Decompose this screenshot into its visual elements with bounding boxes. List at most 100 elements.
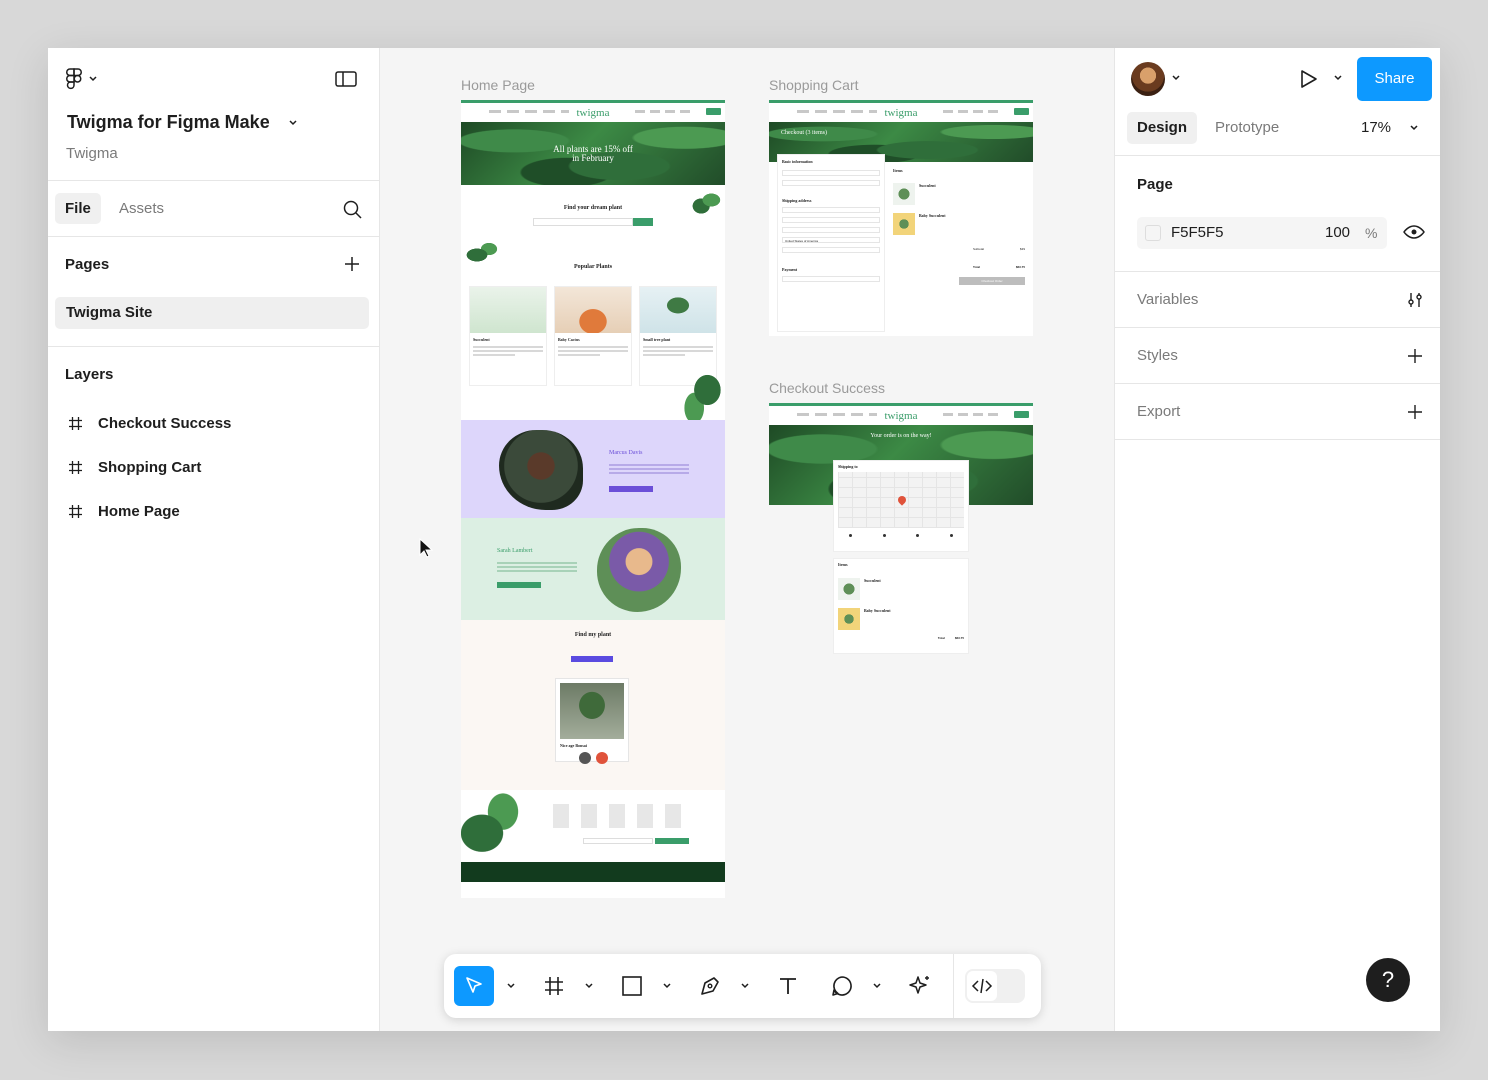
quiz-button (571, 656, 613, 662)
ai-tool[interactable] (900, 966, 940, 1006)
page-section: Page F5F5F5 100 % (1115, 156, 1440, 272)
shipping-map-card: Shipping to (833, 460, 969, 552)
chevron-down-icon[interactable] (1333, 74, 1343, 82)
pen-tool[interactable] (690, 966, 730, 1006)
footer (461, 790, 725, 862)
variables-icon[interactable] (1405, 290, 1425, 310)
move-tool[interactable] (454, 966, 494, 1006)
form-field (782, 276, 880, 282)
add-style-icon[interactable] (1405, 346, 1425, 366)
nav-cta (706, 108, 721, 115)
frame-checkout-success[interactable]: twigma Your order is on the way! Shippin… (769, 403, 1033, 659)
play-icon[interactable] (1297, 68, 1319, 90)
share-button[interactable]: Share (1357, 57, 1432, 101)
text-tool[interactable] (768, 966, 808, 1006)
layer-shopping-cart[interactable]: Shopping Cart (68, 455, 201, 479)
frame-label-checkout-success[interactable]: Checkout Success (769, 380, 885, 396)
frame-label-home-page[interactable]: Home Page (461, 77, 535, 93)
plant-name: Small tree plant (643, 337, 671, 342)
color-swatch[interactable] (1145, 225, 1161, 241)
plant-image (560, 683, 624, 739)
avatar[interactable] (1131, 62, 1165, 96)
add-page-icon[interactable] (342, 254, 362, 274)
chevron-down-icon[interactable] (872, 982, 882, 990)
tab-file[interactable]: File (55, 193, 101, 224)
help-button[interactable]: ? (1366, 958, 1410, 1002)
dev-mode-toggle[interactable] (965, 969, 1025, 1003)
logo: twigma (884, 409, 918, 422)
styles-section: Styles (1115, 328, 1440, 384)
frame-icon (545, 977, 563, 995)
testimonial-sarah: Sarah Lambert (461, 518, 725, 620)
main-menu-button[interactable] (66, 68, 98, 90)
nav-links (489, 110, 569, 113)
chevron-down-icon[interactable] (506, 982, 516, 990)
item-name: Baby Succulent (864, 608, 891, 613)
team-name[interactable]: Twigma (66, 145, 118, 162)
frame-label-shopping-cart[interactable]: Shopping Cart (769, 77, 859, 93)
design-tabs: Design Prototype 17% (1115, 108, 1440, 156)
leaf-decoration (461, 790, 531, 862)
layer-checkout-success[interactable]: Checkout Success (68, 411, 231, 435)
export-title: Export (1137, 403, 1181, 420)
page-fill-row[interactable]: F5F5F5 100 % (1137, 217, 1387, 249)
page-item-twigma-site[interactable]: Twigma Site (55, 297, 369, 329)
zoom-level[interactable]: 17% (1361, 112, 1391, 144)
checkout-button: Checkout Order (959, 277, 1025, 285)
total-label: Total (973, 265, 980, 269)
testimonial-text (609, 462, 689, 476)
add-export-icon[interactable] (1405, 402, 1425, 422)
leaf-decoration (681, 360, 725, 420)
tab-prototype[interactable]: Prototype (1215, 112, 1279, 144)
right-panel: Share Design Prototype 17% Page F5F5F5 1… (1114, 48, 1440, 1031)
section-title: Basic information (782, 159, 813, 164)
layer-home-page[interactable]: Home Page (68, 499, 180, 523)
fill-hex[interactable]: F5F5F5 (1171, 217, 1224, 249)
cart-item: Succulent (893, 183, 1025, 205)
frame-tool[interactable] (534, 966, 574, 1006)
file-name-dropdown[interactable]: Twigma for Figma Make (67, 112, 298, 133)
form-field (782, 247, 880, 253)
tab-assets[interactable]: Assets (119, 193, 164, 224)
layers-title: Layers (65, 366, 114, 383)
search-icon[interactable] (342, 199, 364, 221)
plant-desc (555, 346, 631, 356)
frame-shopping-cart[interactable]: twigma Checkout (3 items) Basic informat… (769, 100, 1033, 336)
comment-icon (832, 976, 852, 996)
country-select: United States of America (782, 237, 880, 243)
chevron-down-icon[interactable] (1171, 74, 1181, 82)
tab-design[interactable]: Design (1127, 112, 1198, 144)
shape-tool[interactable] (612, 966, 652, 1006)
form-field (782, 180, 880, 186)
layer-label: Shopping Cart (98, 458, 202, 476)
person-name: Marcus Davis (609, 450, 643, 456)
nav-links (797, 413, 877, 416)
sidebar-toggle-icon[interactable] (335, 70, 357, 88)
frame-home-page[interactable]: twigma All plants are 15% off in Februar… (461, 100, 725, 898)
testimonial-button (609, 486, 653, 492)
avatar-image (597, 528, 681, 612)
dislike-button (579, 752, 591, 764)
fill-opacity[interactable]: 100 (1325, 217, 1350, 249)
search-field (533, 218, 633, 226)
chevron-down-icon[interactable] (740, 982, 750, 990)
comment-tool[interactable] (822, 966, 862, 1006)
leaf-decoration (691, 185, 725, 215)
cart-navbar: twigma (769, 100, 1033, 122)
plant-name: Baby Cactus (558, 337, 580, 342)
form-field (782, 217, 880, 223)
plant-image (470, 287, 546, 333)
person-name: Sarah Lambert (497, 548, 533, 554)
nav-cta (1014, 108, 1029, 115)
eye-icon[interactable] (1403, 224, 1425, 240)
chevron-down-icon[interactable] (662, 982, 672, 990)
chevron-down-icon[interactable] (584, 982, 594, 990)
bottom-toolbar (444, 954, 1041, 1018)
chevron-down-icon[interactable] (1409, 124, 1419, 132)
subtotal-label: Subtotal (973, 247, 985, 251)
item-name: Baby Succulent (919, 213, 946, 218)
file-header: Twigma for Figma Make Twigma (48, 48, 379, 181)
map-pin-icon (896, 494, 908, 506)
canvas[interactable]: Home Page twigma All plants are 15% off … (381, 48, 1114, 1031)
form-field (782, 207, 880, 213)
